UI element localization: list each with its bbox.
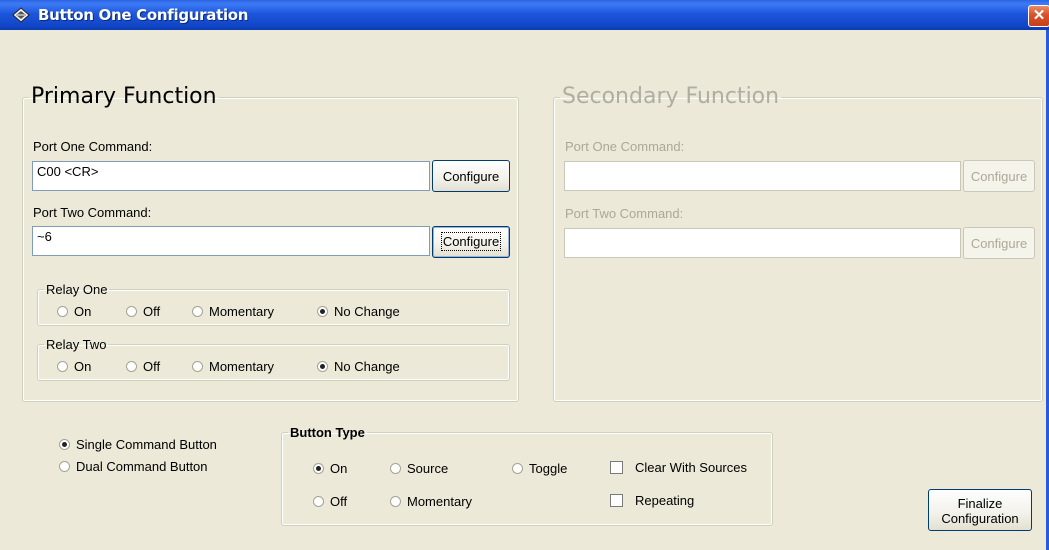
radio-label: Off [330, 494, 348, 509]
relay-one-off-radio[interactable]: Off [126, 304, 160, 319]
radio-label: Momentary [209, 304, 275, 319]
dual-command-button-radio[interactable]: Dual Command Button [59, 459, 208, 474]
radio-label: Source [407, 461, 449, 476]
radio-label: Dual Command Button [76, 459, 208, 474]
radio-label: Momentary [209, 359, 275, 374]
secondary-port-one-input[interactable] [564, 161, 961, 191]
single-command-button-radio[interactable]: Single Command Button [59, 437, 217, 452]
relay-one-on-radio[interactable]: On [57, 304, 91, 319]
relay-one-legend: Relay One [46, 282, 108, 297]
secondary-function-legend: Secondary Function [562, 84, 780, 109]
radio-circle [59, 461, 70, 472]
radio-label: Off [143, 359, 161, 374]
button-type-toggle-radio[interactable]: Toggle [512, 461, 567, 476]
radio-circle [512, 463, 523, 474]
close-button[interactable]: ✕ [1028, 5, 1049, 27]
secondary-port-two-configure-button[interactable]: Configure [963, 227, 1035, 259]
secondary-port-one-label: Port One Command: [565, 139, 685, 154]
radio-label: No Change [334, 304, 400, 319]
radio-circle [192, 306, 203, 317]
primary-port-one-configure-label: Configure [442, 169, 500, 184]
button-type-on-radio[interactable]: On [313, 461, 347, 476]
secondary-port-two-input[interactable] [564, 228, 961, 258]
checkbox-label: Clear With Sources [635, 460, 747, 475]
radio-circle [313, 496, 324, 507]
radio-label: On [74, 359, 92, 374]
radio-circle [390, 463, 401, 474]
secondary-port-two-label: Port Two Command: [565, 206, 684, 221]
secondary-port-one-configure-label: Configure [970, 169, 1028, 184]
radio-circle [390, 496, 401, 507]
app-icon [12, 7, 30, 23]
radio-circle-selected [317, 361, 328, 372]
relay-two-legend: Relay Two [46, 337, 107, 352]
primary-port-two-configure-label: Configure [440, 232, 502, 251]
window-title: Button One Configuration [38, 6, 249, 24]
radio-label: Toggle [529, 461, 568, 476]
radio-label: Momentary [407, 494, 473, 509]
primary-port-one-input[interactable]: C00 <CR> [32, 161, 430, 191]
radio-circle [192, 361, 203, 372]
radio-circle-selected [313, 463, 324, 474]
finalize-configuration-button[interactable]: Finalize Configuration [928, 489, 1032, 531]
relay-two-no-change-radio[interactable]: No Change [317, 359, 400, 374]
radio-circle-selected [59, 439, 70, 450]
primary-port-two-input[interactable]: ~6 [32, 226, 430, 256]
secondary-port-two-configure-label: Configure [970, 236, 1028, 251]
repeating-checkbox[interactable]: Repeating [610, 493, 694, 508]
radio-circle [126, 306, 137, 317]
radio-label: On [330, 461, 348, 476]
radio-label: On [74, 304, 92, 319]
primary-port-one-label: Port One Command: [33, 139, 153, 154]
primary-function-legend: Primary Function [31, 84, 217, 109]
secondary-port-one-configure-button[interactable]: Configure [963, 160, 1035, 192]
relay-two-momentary-radio[interactable]: Momentary [192, 359, 274, 374]
radio-circle-selected [317, 306, 328, 317]
relay-two-off-radio[interactable]: Off [126, 359, 160, 374]
radio-label: Off [143, 304, 161, 319]
button-type-source-radio[interactable]: Source [390, 461, 448, 476]
checkbox-label: Repeating [635, 493, 695, 508]
primary-port-two-label: Port Two Command: [33, 205, 152, 220]
radio-circle [57, 361, 68, 372]
relay-one-no-change-radio[interactable]: No Change [317, 304, 400, 319]
dialog-window: Button One Configuration ✕ Primary Funct… [0, 0, 1049, 550]
button-type-off-radio[interactable]: Off [313, 494, 347, 509]
button-type-legend: Button Type [290, 425, 365, 440]
button-type-momentary-radio[interactable]: Momentary [390, 494, 472, 509]
primary-port-one-configure-button[interactable]: Configure [432, 160, 510, 192]
checkbox-box [610, 461, 623, 474]
primary-port-two-configure-button[interactable]: Configure [432, 226, 510, 258]
radio-label: No Change [334, 359, 400, 374]
title-bar[interactable]: Button One Configuration ✕ [0, 0, 1049, 30]
clear-with-sources-checkbox[interactable]: Clear With Sources [610, 460, 747, 475]
radio-label: Single Command Button [76, 437, 217, 452]
checkbox-box [610, 494, 623, 507]
relay-two-on-radio[interactable]: On [57, 359, 91, 374]
finalize-label-line1: Finalize [957, 496, 1003, 511]
radio-circle [126, 361, 137, 372]
relay-one-momentary-radio[interactable]: Momentary [192, 304, 274, 319]
finalize-label-line2: Configuration [941, 511, 1019, 526]
radio-circle [57, 306, 68, 317]
